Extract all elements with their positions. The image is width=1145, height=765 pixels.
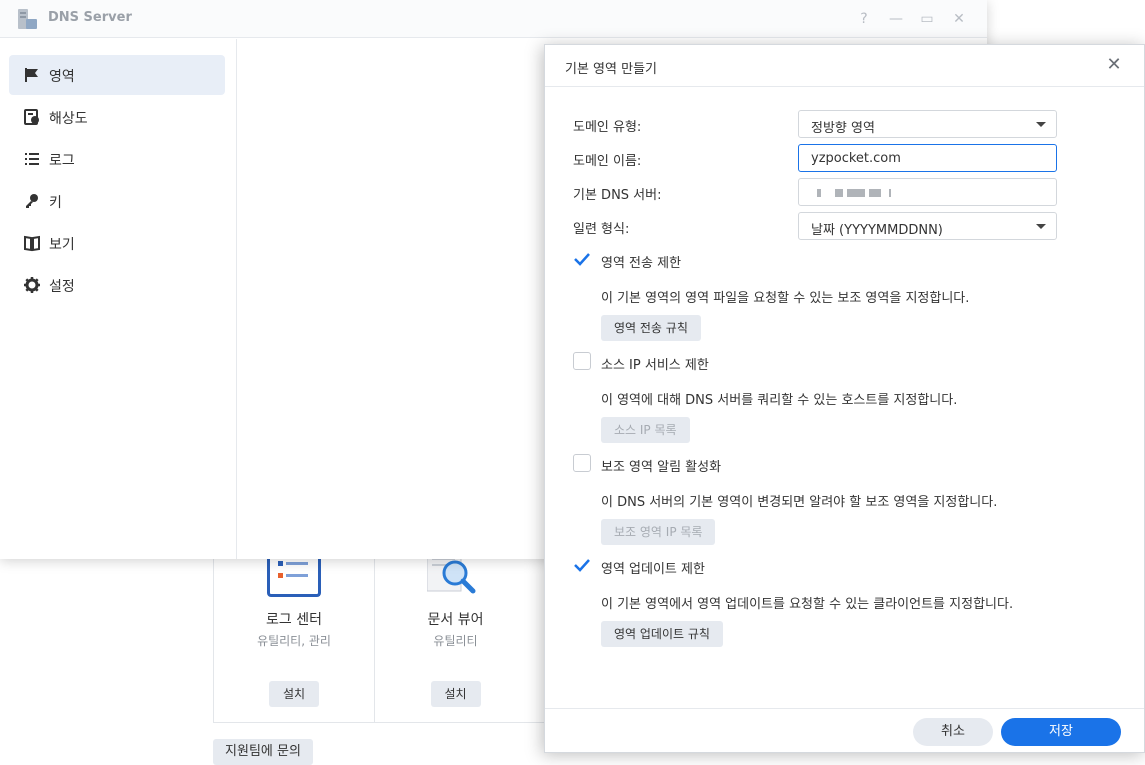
secondary-zone-ip-list-button[interactable]: 보조 영역 IP 목록 [601,519,716,545]
sidebar-item-key[interactable]: 키 [9,181,225,221]
close-icon[interactable]: ✕ [949,9,969,29]
dialog-title: 기본 영역 만들기 [565,62,657,77]
sidebar-item-label: 보기 [49,237,75,253]
maximize-icon[interactable]: ▭ [917,9,937,29]
redacted-value [835,189,843,197]
zone-transfer-limit-description: 이 기본 영역의 영역 파일을 요청할 수 있는 보조 영역을 지정합니다. [601,291,970,306]
zone-transfer-rules-button[interactable]: 영역 전송 규칙 [601,315,701,341]
zone-transfer-limit-label[interactable]: 영역 전송 제한 [601,252,681,271]
zone-update-limit-label[interactable]: 영역 업데이트 제한 [601,558,705,577]
chevron-down-icon [1036,224,1046,229]
sidebar-item-zone[interactable]: 영역 [9,55,225,95]
domain-type-value: 정방향 영역 [811,121,875,136]
domain-name-input[interactable] [799,145,1056,171]
sidebar-item-view[interactable]: 보기 [9,223,225,263]
source-ip-limit-checkbox[interactable] [573,352,591,370]
sidebar-item-label: 해상도 [49,111,88,127]
domain-name-label: 도메인 이름: [573,154,642,169]
sidebar: 영역 해상도 로그 키 보기 설정 [0,39,237,559]
list-icon [25,153,39,165]
app-name: 문서 뷰어 [427,612,484,628]
sidebar-item-resolution[interactable]: 해상도 [9,97,225,137]
book-icon [24,235,40,252]
gear-icon [24,277,40,293]
app-card-log-center[interactable]: 로그 센터 유틸리티, 관리 설치 [214,539,375,722]
sidebar-item-log[interactable]: 로그 [9,139,225,179]
zone-update-limit-checkbox[interactable] [573,556,591,574]
source-ip-limit-label[interactable]: 소스 IP 서비스 제한 [601,354,709,373]
sidebar-item-label: 키 [49,195,62,211]
app-grid: 로그 센터 유틸리티, 관리 설치 문서 뷰어 유틸리티 설치 [213,538,583,723]
domain-type-label: 도메인 유형: [573,120,642,135]
close-icon[interactable]: ✕ [1104,55,1124,75]
source-ip-list-button[interactable]: 소스 IP 목록 [601,417,690,443]
chevron-down-icon [1036,122,1046,127]
create-primary-zone-dialog: 기본 영역 만들기 ✕ 도메인 유형: 정방향 영역 도메인 이름: 기본 DN… [544,44,1145,753]
contact-support-button[interactable]: 지원팀에 문의 [213,739,313,765]
window-title: DNS Server [48,10,132,25]
serial-format-label: 일련 형식: [573,222,630,237]
log-center-icon [267,553,321,597]
secondary-notify-description: 이 DNS 서버의 기본 영역이 변경되면 알려야 할 보조 영역을 지정합니다… [601,495,998,510]
checkmark-icon [574,253,590,266]
key-icon [26,194,38,208]
dialog-header[interactable]: 기본 영역 만들기 ✕ [545,45,1144,87]
install-button[interactable]: 설치 [430,681,481,707]
redacted-value [889,189,891,197]
source-ip-limit-description: 이 영역에 대해 DNS 서버를 쿼리할 수 있는 호스트를 지정합니다. [601,393,958,408]
primary-dns-field[interactable] [798,178,1057,206]
serial-format-value: 날짜 (YYYYMMDDNN) [811,223,943,238]
save-button[interactable]: 저장 [1001,718,1121,746]
secondary-notify-label[interactable]: 보조 영역 알림 활성화 [601,456,721,475]
primary-dns-label: 기본 DNS 서버: [573,188,662,203]
minimize-icon[interactable]: — [886,9,906,29]
dns-server-app-icon [18,9,37,29]
sidebar-item-label: 로그 [49,153,75,169]
sidebar-item-settings[interactable]: 설정 [9,265,225,305]
app-card-document-viewer[interactable]: 문서 뷰어 유틸리티 설치 [375,539,536,722]
help-icon[interactable]: ? [854,9,874,29]
serial-format-select[interactable]: 날짜 (YYYYMMDDNN) [798,212,1057,240]
resolution-icon [24,109,39,125]
sidebar-item-label: 설정 [49,279,75,295]
secondary-notify-checkbox[interactable] [573,454,591,472]
redacted-value [847,189,865,197]
flag-icon [25,68,38,82]
checkmark-icon [574,559,590,572]
zone-update-rules-button[interactable]: 영역 업데이트 규칙 [601,621,723,647]
redacted-value [817,189,821,197]
app-name: 로그 센터 [266,612,322,628]
cancel-button[interactable]: 취소 [913,718,993,746]
window-titlebar[interactable]: DNS Server ? — ▭ ✕ [0,0,987,38]
domain-name-field[interactable] [798,144,1057,172]
domain-type-select[interactable]: 정방향 영역 [798,110,1057,138]
redacted-value [869,189,881,197]
dialog-footer: 취소 저장 [545,708,1144,754]
app-category: 유틸리티 [433,634,478,648]
zone-update-limit-description: 이 기본 영역에서 영역 업데이트를 요청할 수 있는 클라이언트를 지정합니다… [601,597,1014,612]
app-category: 유틸리티, 관리 [257,634,331,648]
install-button[interactable]: 설치 [269,681,319,707]
zone-transfer-limit-checkbox[interactable] [573,250,591,268]
sidebar-item-label: 영역 [49,69,75,85]
